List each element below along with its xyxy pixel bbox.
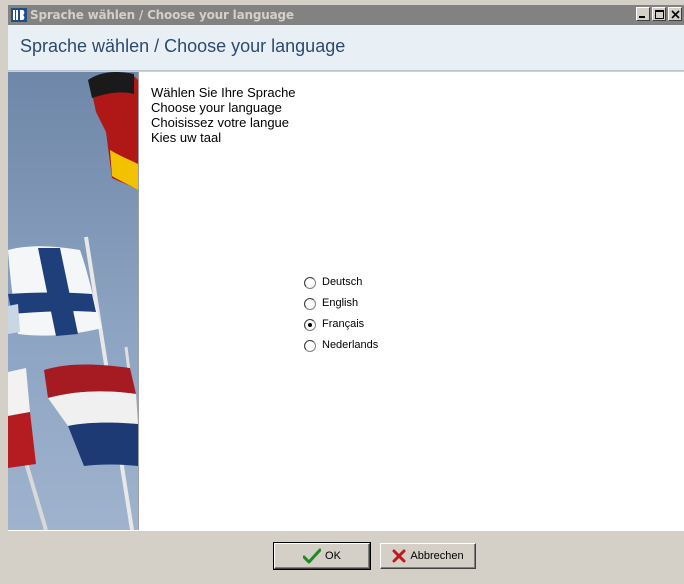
intro-line-nl: Kies uw taal <box>151 130 222 145</box>
intro-line-fr: Choisissez votre langue <box>151 115 290 130</box>
maximize-button[interactable] <box>652 7 666 21</box>
flags-image <box>8 72 138 530</box>
ok-label: OK <box>325 550 341 562</box>
close-button[interactable] <box>668 7 682 21</box>
ok-button[interactable]: OK <box>273 542 371 570</box>
page-title: Sprache wählen / Choose your language <box>20 36 346 56</box>
cancel-button[interactable]: Abbrechen <box>380 543 476 569</box>
header-band: Sprache wählen / Choose your language <box>8 25 684 71</box>
x-icon <box>392 549 406 563</box>
cancel-label: Abbrechen <box>410 550 464 562</box>
window-title: Sprache wählen / Choose your language <box>30 8 294 22</box>
radio-button[interactable] <box>304 339 316 352</box>
radio-option-francais[interactable]: Français <box>304 313 378 334</box>
maximize-icon <box>655 10 664 19</box>
radio-option-deutsch[interactable]: Deutsch <box>304 271 378 292</box>
radio-label[interactable]: Deutsch <box>322 276 362 288</box>
radio-option-english[interactable]: English <box>304 292 378 313</box>
content-area: Wählen Sie Ihre Sprache Choose your lang… <box>138 72 684 530</box>
language-dialog: Sprache wählen / Choose your language Sp… <box>0 0 684 584</box>
radio-button[interactable] <box>304 276 316 289</box>
title-bar[interactable]: Sprache wählen / Choose your language <box>8 5 684 25</box>
intro-line-en: Choose your language <box>151 100 282 115</box>
radio-label[interactable]: Français <box>322 318 364 330</box>
intro-line-de: Wählen Sie Ihre Sprache <box>151 85 296 100</box>
minimize-icon <box>639 16 645 18</box>
radio-option-nederlands[interactable]: Nederlands <box>304 334 378 355</box>
button-bar: OK Abbrechen <box>8 530 684 584</box>
language-radio-group: Deutsch English Français Nederlands <box>304 271 378 355</box>
minimize-button[interactable] <box>636 7 650 21</box>
intro-text: Wählen Sie Ihre Sprache Choose your lang… <box>151 85 296 145</box>
radio-button-selected[interactable] <box>304 318 316 331</box>
radio-button[interactable] <box>304 297 316 310</box>
radio-label[interactable]: Nederlands <box>322 339 378 351</box>
app-icon <box>11 8 27 22</box>
check-icon <box>303 548 322 564</box>
radio-label[interactable]: English <box>322 297 358 309</box>
close-icon <box>671 10 680 19</box>
window-controls <box>636 7 682 21</box>
